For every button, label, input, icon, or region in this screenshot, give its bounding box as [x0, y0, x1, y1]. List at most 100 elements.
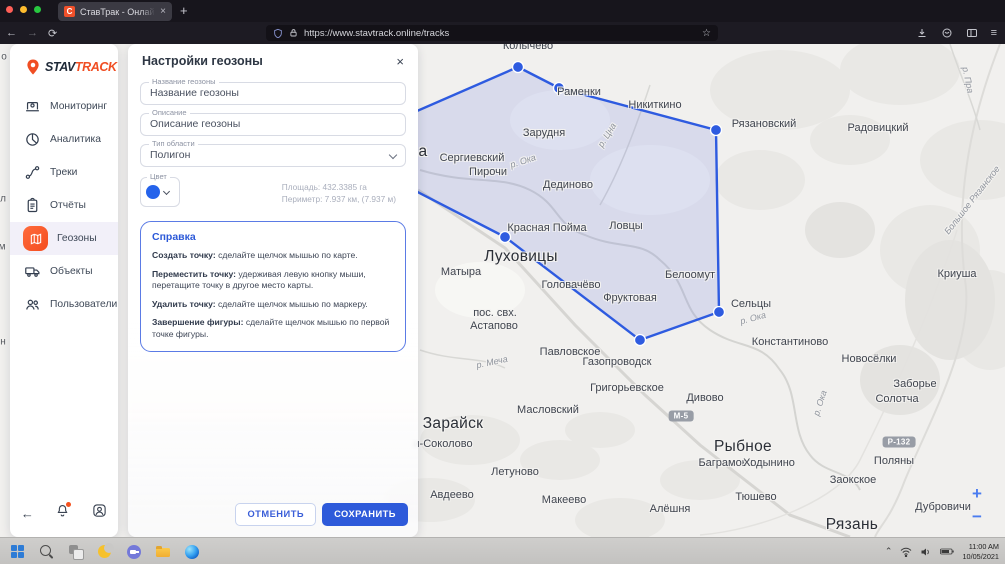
notification-dot — [66, 502, 71, 507]
account-icon[interactable] — [92, 503, 107, 523]
area-stat: Площадь: 432.3385 га — [282, 181, 396, 193]
color-label: Цвет — [147, 173, 170, 181]
start-icon[interactable] — [10, 544, 26, 560]
app-sidebar: STAVTRACK Мониторинг Аналитика Треки Отчёты… — [10, 44, 118, 537]
sidebar-item-geozones[interactable]: Геозоны — [10, 222, 118, 255]
sidebar-item-users[interactable]: Пользователи — [10, 288, 118, 321]
tray-chevron-icon[interactable]: ⌃ — [885, 546, 893, 557]
notifications-bell-icon[interactable] — [55, 503, 70, 523]
sidebar-bottom-bar: ← — [10, 503, 118, 523]
geofence-vertex-marker[interactable] — [714, 307, 725, 318]
sidebar-nav: Мониторинг Аналитика Треки Отчёты Геозоны Объ… — [10, 90, 118, 321]
users-icon — [23, 296, 41, 314]
sidebar-item-reports[interactable]: Отчёты — [10, 189, 118, 222]
browser-toolbar: ← → ⟳ https://www.stavtrack.online/track… — [0, 22, 1005, 44]
menu-icon[interactable]: ≡ — [991, 27, 997, 39]
area-type-select[interactable]: Тип области Полигон — [140, 144, 406, 167]
geofence-name-label: Название геозоны — [149, 78, 219, 86]
reports-icon — [23, 197, 41, 215]
tab-close-icon[interactable]: × — [160, 7, 166, 17]
sidebar-item-objects[interactable]: Объекты — [10, 255, 118, 288]
chevron-down-icon — [163, 187, 170, 194]
extensions-icon[interactable] — [941, 27, 953, 39]
battery-icon[interactable] — [940, 547, 954, 556]
bookmark-star-icon[interactable]: ☆ — [702, 28, 711, 39]
geofence-vertex-marker[interactable] — [500, 232, 511, 243]
geofence-description-value: Описание геозоны — [141, 114, 405, 135]
logo-pin-icon — [24, 58, 42, 76]
color-swatch[interactable] — [146, 185, 160, 199]
taskbar-clock[interactable]: 11:00 AM 10/05/2021 — [962, 542, 999, 562]
sidebar-item-analytics[interactable]: Аналитика — [10, 123, 118, 156]
map-zoom-in-button[interactable]: + — [967, 484, 987, 504]
map-workspace: КолычевоРаменкиНикиткиноРязановскийРадов… — [0, 44, 1005, 537]
collapse-sidebar-icon[interactable]: ← — [21, 506, 34, 521]
geofence-vertex-marker[interactable] — [554, 83, 565, 94]
sidebar-toggle-icon[interactable] — [966, 27, 978, 39]
save-button[interactable]: СОХРАНИТЬ — [322, 503, 408, 526]
windows-taskbar: ⌃ 11:00 AM 10/05/2021 — [0, 537, 1005, 564]
help-box: Справка Создать точку: сделайте щелчок м… — [140, 221, 406, 352]
geofence-name-value: Название геозоны — [141, 83, 405, 104]
color-picker[interactable]: Цвет — [140, 177, 180, 207]
reload-icon[interactable]: ⟳ — [48, 27, 57, 40]
sidebar-item-label: Объекты — [50, 266, 92, 277]
geofence-vertex-marker[interactable] — [513, 62, 524, 73]
browser-tab[interactable]: С СтавТрак - Онлайн мониторин × — [58, 2, 172, 21]
geofence-vertex-marker[interactable] — [635, 335, 646, 346]
sidebar-item-label: Треки — [50, 167, 77, 178]
cancel-button[interactable]: ОТМЕНИТЬ — [235, 503, 316, 526]
monitoring-icon — [23, 98, 41, 116]
browser-tab-strip: С СтавТрак - Онлайн мониторин × + — [0, 0, 1005, 22]
new-tab-button[interactable]: + — [180, 3, 188, 19]
logo-text-stav: STAV — [45, 60, 75, 74]
task-view-icon[interactable] — [68, 544, 84, 560]
tracks-icon — [23, 164, 41, 182]
maximize-window-button[interactable] — [34, 6, 41, 13]
geofence-description-field[interactable]: Описание Описание геозоны — [140, 113, 406, 136]
close-window-button[interactable] — [6, 6, 13, 13]
geofence-name-field[interactable]: Название геозоны Название геозоны — [140, 82, 406, 105]
back-icon[interactable]: ← — [6, 27, 17, 39]
minimize-window-button[interactable] — [20, 6, 27, 13]
edge-icon[interactable] — [184, 544, 200, 560]
lock-icon — [289, 28, 298, 38]
file-explorer-icon[interactable] — [155, 544, 171, 560]
help-item: Переместить точку: удерживая левую кнопк… — [152, 269, 394, 292]
sidebar-item-label: Мониторинг — [50, 101, 107, 112]
map-zoom-out-button[interactable]: − — [967, 507, 987, 527]
panel-close-icon[interactable]: × — [396, 55, 404, 68]
crescent-app-icon[interactable] — [97, 544, 113, 560]
area-type-value: Полигон — [141, 145, 405, 166]
sidebar-item-label: Пользователи — [50, 299, 117, 310]
geofence-stats: Площадь: 432.3385 га Периметр: 7.937 км,… — [282, 181, 396, 205]
help-item: Удалить точку: сделайте щелчок мышью по … — [152, 299, 394, 311]
screen: С СтавТрак - Онлайн мониторин × + ← → ⟳ … — [0, 0, 1005, 564]
sidebar-item-tracks[interactable]: Треки — [10, 156, 118, 189]
tab-title: СтавТрак - Онлайн мониторин — [80, 7, 155, 17]
sidebar-item-monitoring[interactable]: Мониторинг — [10, 90, 118, 123]
sidebar-item-label: Отчёты — [50, 200, 86, 211]
help-title: Справка — [152, 231, 394, 243]
system-tray: ⌃ 11:00 AM 10/05/2021 — [885, 538, 999, 564]
search-icon[interactable] — [39, 544, 55, 560]
geozones-icon — [23, 226, 48, 251]
volume-icon[interactable] — [920, 547, 932, 557]
analytics-icon — [23, 131, 41, 149]
window-controls — [6, 6, 41, 13]
downloads-icon[interactable] — [916, 27, 928, 39]
tray-date: 10/05/2021 — [962, 552, 999, 562]
chat-icon[interactable] — [126, 544, 142, 560]
logo-text-track: TRACK — [75, 60, 117, 74]
tray-time: 11:00 AM — [962, 542, 999, 552]
sidebar-item-label: Геозоны — [57, 233, 97, 244]
geofence-vertex-marker[interactable] — [711, 125, 722, 136]
panel-title: Настройки геозоны — [142, 54, 263, 68]
forward-icon[interactable]: → — [27, 27, 38, 39]
geofence-settings-panel: Настройки геозоны × Название геозоны Наз… — [128, 44, 418, 537]
wifi-icon[interactable] — [900, 547, 912, 557]
shield-icon[interactable] — [273, 28, 283, 39]
geofence-description-label: Описание — [149, 109, 190, 117]
perimeter-stat: Периметр: 7.937 км, (7.937 м) — [282, 193, 396, 205]
url-bar[interactable]: https://www.stavtrack.online/tracks ☆ — [266, 25, 718, 41]
